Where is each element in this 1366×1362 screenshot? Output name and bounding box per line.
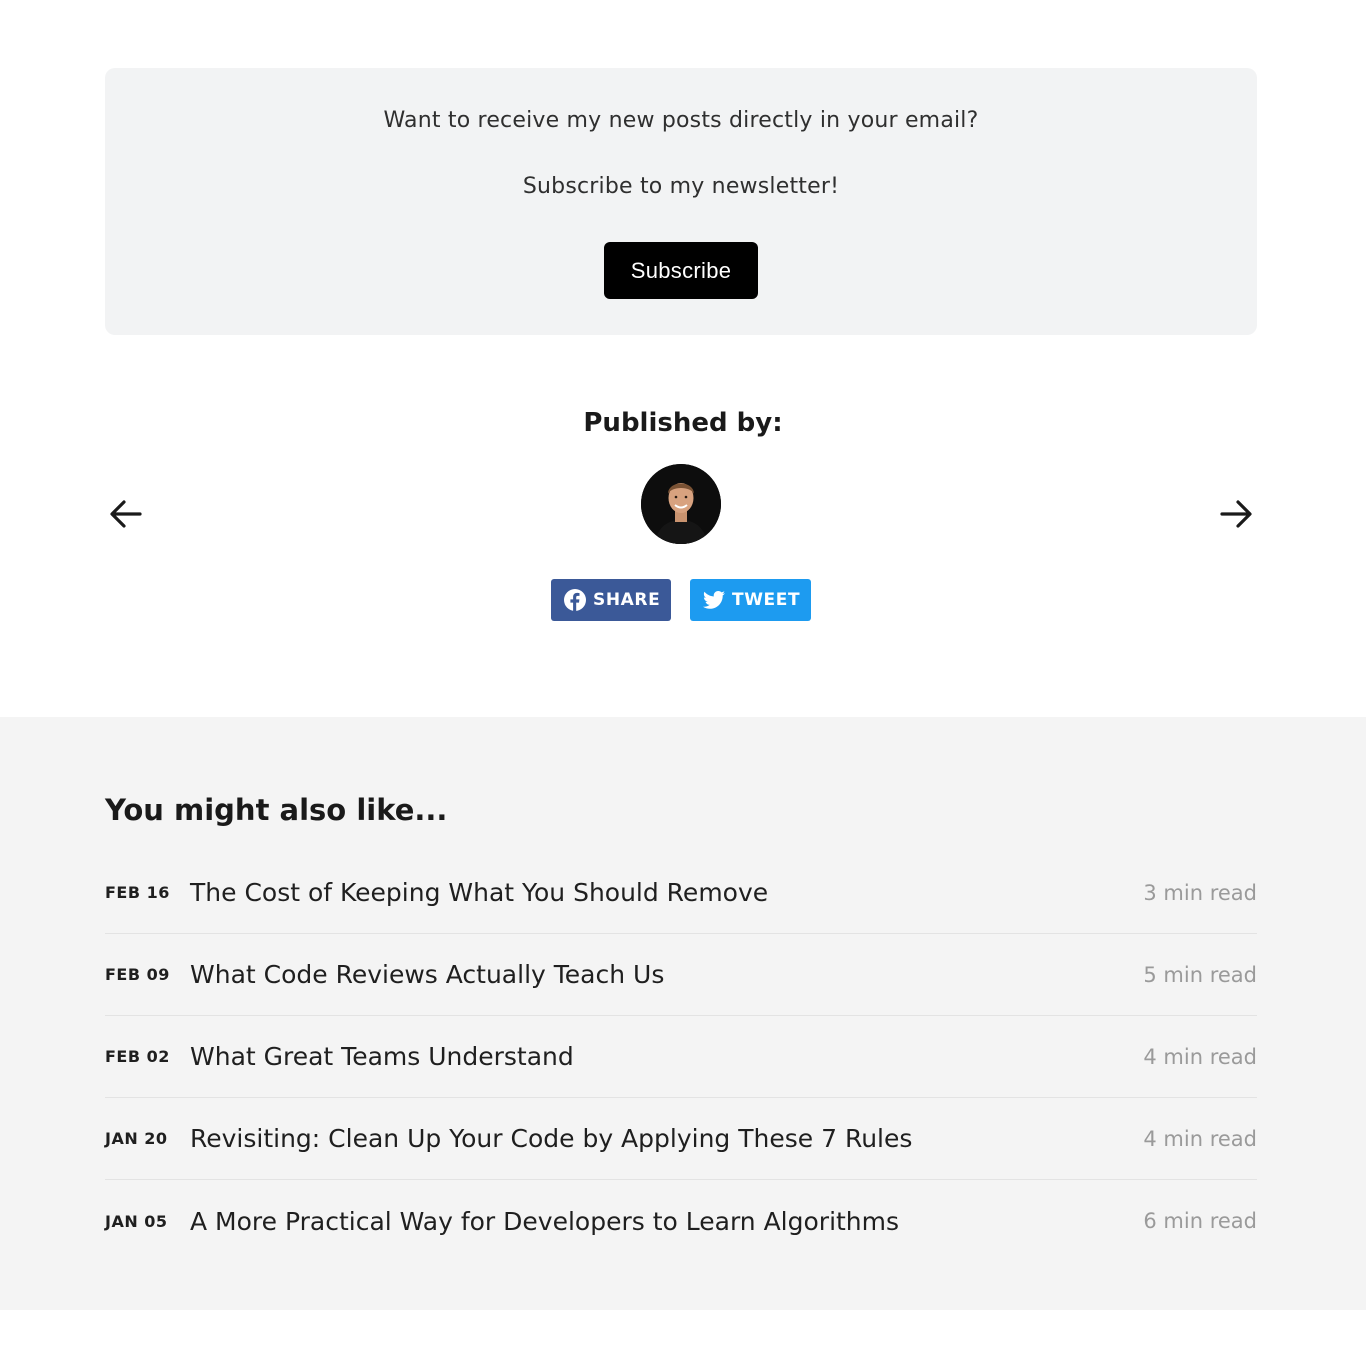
twitter-tweet-button[interactable]: TWEET (690, 579, 811, 621)
post-title-link[interactable]: What Code Reviews Actually Teach Us (190, 960, 1143, 989)
post-title-link[interactable]: Revisiting: Clean Up Your Code by Applyi… (190, 1124, 1143, 1153)
subscribe-button[interactable]: Subscribe (604, 242, 758, 299)
arrow-right-icon (1220, 500, 1252, 528)
related-post-row[interactable]: FEB 02 What Great Teams Understand 4 min… (105, 1016, 1257, 1098)
post-date: FEB 02 (105, 1047, 170, 1066)
post-date: JAN 20 (105, 1129, 168, 1148)
next-post-arrow[interactable] (1216, 494, 1256, 534)
post-title-link[interactable]: What Great Teams Understand (190, 1042, 1143, 1071)
post-read-time: 4 min read (1143, 1044, 1257, 1069)
post-read-time: 3 min read (1143, 880, 1257, 905)
author-photo (641, 464, 721, 544)
related-post-row[interactable]: FEB 09 What Code Reviews Actually Teach … (105, 934, 1257, 1016)
related-posts-list: FEB 16 The Cost of Keeping What You Shou… (105, 852, 1257, 1262)
post-read-time: 6 min read (1143, 1209, 1257, 1233)
post-title-link[interactable]: A More Practical Way for Developers to L… (190, 1207, 1143, 1236)
post-date: FEB 09 (105, 965, 170, 984)
related-post-row[interactable]: FEB 16 The Cost of Keeping What You Shou… (105, 852, 1257, 934)
previous-post-arrow[interactable] (106, 494, 146, 534)
arrow-left-icon (110, 500, 142, 528)
facebook-icon (564, 589, 586, 611)
twitter-tweet-label: TWEET (732, 590, 801, 610)
post-date: FEB 16 (105, 883, 170, 902)
post-date: JAN 05 (105, 1211, 168, 1231)
post-read-time: 4 min read (1143, 1126, 1257, 1151)
related-posts-section: You might also like... FEB 16 The Cost o… (0, 717, 1366, 1310)
related-post-row[interactable]: JAN 20 Revisiting: Clean Up Your Code by… (105, 1098, 1257, 1180)
twitter-bird-icon (703, 591, 725, 609)
facebook-share-label: SHARE (593, 590, 661, 610)
author-avatar[interactable] (641, 464, 721, 544)
newsletter-cta-text: Subscribe to my newsletter! (522, 174, 840, 199)
published-by-heading: Published by: (583, 408, 783, 438)
post-title-link[interactable]: The Cost of Keeping What You Should Remo… (190, 878, 1143, 907)
related-posts-heading: You might also like... (105, 793, 448, 827)
newsletter-box: Want to receive my new posts directly in… (105, 68, 1257, 335)
newsletter-prompt: Want to receive my new posts directly in… (383, 108, 979, 133)
facebook-share-button[interactable]: SHARE (551, 579, 671, 621)
post-read-time: 5 min read (1143, 962, 1257, 987)
related-post-row[interactable]: JAN 05 A More Practical Way for Develope… (105, 1180, 1257, 1262)
